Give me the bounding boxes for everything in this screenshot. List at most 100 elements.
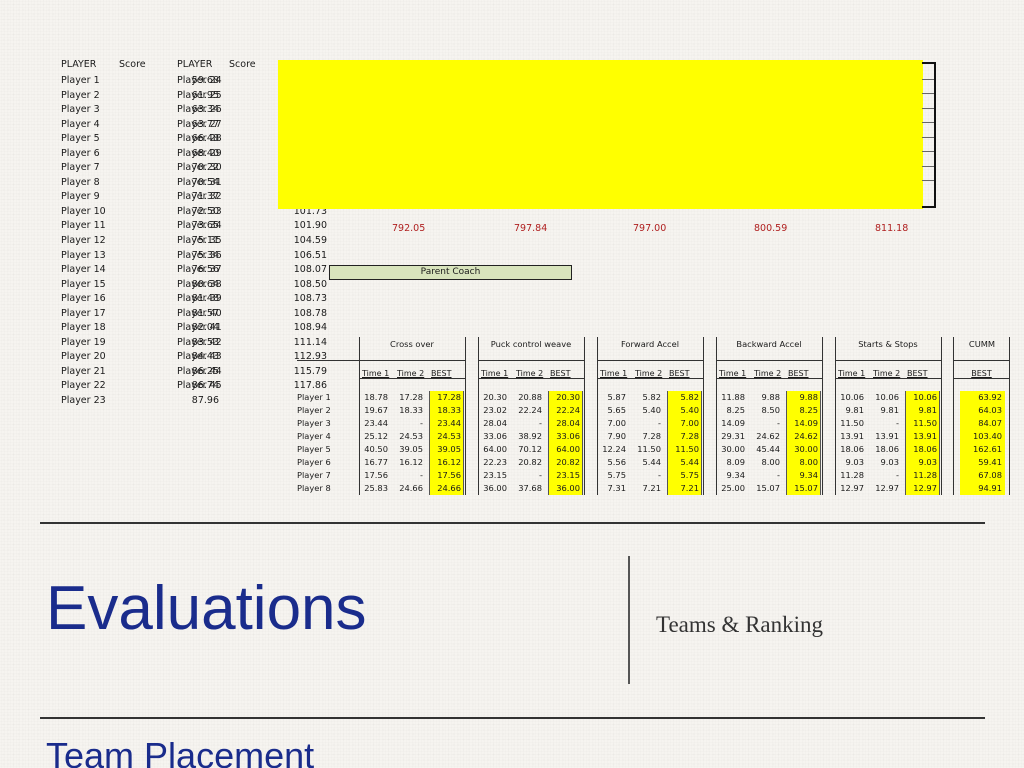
player-name: Player 31 — [177, 176, 222, 188]
time-cell: 40.50 — [364, 444, 388, 454]
time-cell: 11.50 — [840, 418, 864, 428]
time-cell: 5.65 — [607, 405, 626, 415]
time-cell: 25.00 — [721, 483, 745, 493]
best-cell: 8.00 — [786, 456, 821, 469]
time-cell: 17.28 — [399, 392, 423, 402]
player-name: Player 27 — [177, 118, 222, 130]
grid-line — [922, 180, 934, 181]
row-label: Player 3 — [297, 418, 331, 428]
grid-line — [922, 78, 934, 80]
time-cell: 24.53 — [399, 431, 423, 441]
time-cell: 8.50 — [761, 405, 780, 415]
time-cell: 38.92 — [518, 431, 542, 441]
player-name: Player 20 — [61, 351, 106, 363]
time-cell: - — [658, 418, 661, 428]
time-cell: 11.28 — [840, 470, 864, 480]
player-score: 106.51 — [293, 249, 327, 261]
player-name: Player 16 — [61, 293, 106, 305]
best-cell: 14.09 — [786, 417, 821, 430]
time-cell: 23.44 — [364, 418, 388, 428]
time-cell: 22.23 — [483, 457, 507, 467]
drill-subheader: Time 1 Time 2 BEST — [716, 368, 822, 379]
best-cell: 10.06 — [905, 391, 940, 404]
time-cell: 5.75 — [607, 470, 626, 480]
time-cell: 18.06 — [875, 444, 899, 454]
subheader-time2: Time 2 — [635, 369, 663, 378]
list-row: Player 40 108.78 — [177, 307, 327, 322]
time-cell: 33.06 — [483, 431, 507, 441]
subheader-best: BEST — [971, 369, 992, 378]
best-cell: 18.33 — [429, 404, 464, 417]
time-cell: 12.97 — [840, 483, 864, 493]
list-row: Player 34 101.90 — [177, 219, 327, 234]
time-cell: 7.21 — [642, 483, 661, 493]
team-total: 811.18 — [875, 223, 909, 234]
player-name: Player 36 — [177, 249, 222, 261]
time-cell: - — [539, 418, 542, 428]
best-cell: 17.28 — [429, 391, 464, 404]
row-label: Player 5 — [297, 444, 331, 454]
subheader-time2: Time 2 — [516, 369, 544, 378]
subheader-time2: Time 2 — [754, 369, 782, 378]
time-cell: - — [658, 470, 661, 480]
time-cell: 5.44 — [642, 457, 661, 467]
drill-subheader: Time 1 Time 2 BEST — [597, 368, 703, 379]
time-cell: 36.00 — [483, 483, 507, 493]
parent-coach-box[interactable]: Parent Coach — [329, 265, 572, 280]
best-cell: 9.88 — [786, 391, 821, 404]
grid-line — [922, 93, 934, 94]
best-cell: 20.82 — [548, 456, 583, 469]
column-rule — [953, 337, 954, 495]
list-row: Player 41 108.94 — [177, 321, 327, 336]
player-name: Player 13 — [61, 249, 106, 261]
time-cell: 20.82 — [518, 457, 542, 467]
player-name: Player 26 — [177, 104, 222, 116]
player-score: 108.73 — [293, 293, 327, 305]
column-rule — [465, 337, 466, 495]
best-cell: 11.50 — [905, 417, 940, 430]
player-name: Player 8 — [61, 176, 100, 188]
player-name: Player 32 — [177, 191, 222, 203]
player-name: Player 35 — [177, 235, 222, 247]
player-name: Player 12 — [61, 235, 106, 247]
time-cell: 25.83 — [364, 483, 388, 493]
player-name: Player 42 — [177, 336, 222, 348]
drill-header: Forward Accel — [597, 337, 703, 361]
list-row: Player 39 108.73 — [177, 292, 327, 307]
time-cell: 8.09 — [726, 457, 745, 467]
best-cell: 11.28 — [905, 469, 940, 482]
player-name: Player 14 — [61, 264, 106, 276]
cumm-subheader: BEST — [954, 368, 1009, 379]
row-label: Player 6 — [297, 457, 331, 467]
best-cell: 22.24 — [548, 404, 583, 417]
time-cell: - — [420, 418, 423, 428]
grid-line — [922, 122, 934, 123]
time-cell: 64.00 — [483, 444, 507, 454]
subheader-time1: Time 1 — [600, 369, 628, 378]
time-cell: - — [777, 470, 780, 480]
player-name: Player 19 — [61, 336, 106, 348]
best-cell: 18.06 — [905, 443, 940, 456]
drill-header: Backward Accel — [716, 337, 822, 361]
time-cell: 9.81 — [880, 405, 899, 415]
time-cell: - — [539, 470, 542, 480]
time-cell: 23.15 — [483, 470, 507, 480]
time-cell: 8.00 — [761, 457, 780, 467]
cumm-header: CUMM — [954, 337, 1010, 361]
time-cell: 5.56 — [607, 457, 626, 467]
best-cell: 5.75 — [667, 469, 702, 482]
player-name: Player 39 — [177, 293, 222, 305]
player-name: Player 10 — [61, 205, 106, 217]
best-cell: 16.12 — [429, 456, 464, 469]
best-cell: 17.56 — [429, 469, 464, 482]
grid-line — [922, 136, 934, 138]
time-cell: 24.62 — [756, 431, 780, 441]
slide-subtitle: Team Placement — [46, 735, 315, 768]
time-cell: 9.03 — [880, 457, 899, 467]
drill-header: Starts & Stops — [835, 337, 941, 361]
drill-header: Puck control weave — [478, 337, 584, 361]
time-cell: 11.50 — [637, 444, 661, 454]
time-cell: 24.66 — [399, 483, 423, 493]
player-score: 87.96 — [191, 395, 219, 407]
best-cell: 23.15 — [548, 469, 583, 482]
